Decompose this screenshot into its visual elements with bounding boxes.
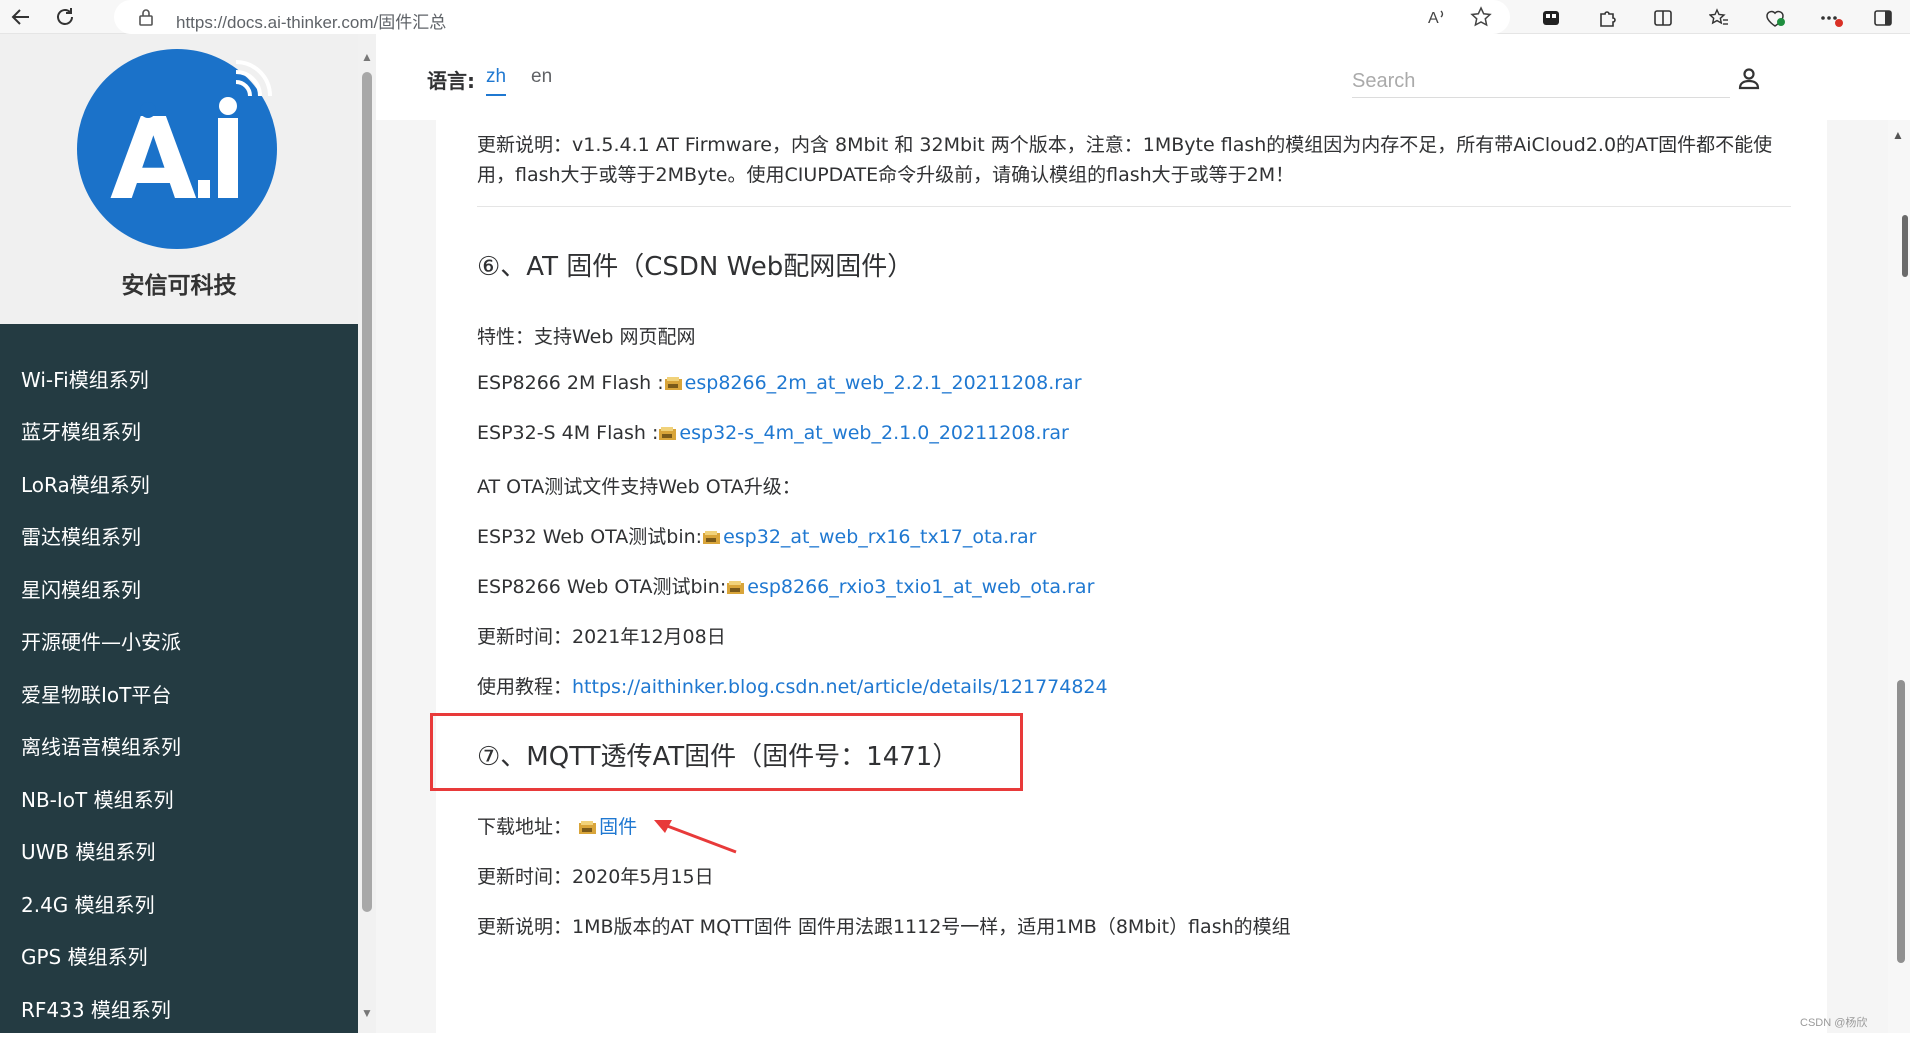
section7-update-note: 更新说明：1MB版本的AT MQTT固件 固件用法跟1112号一样，适用1MB（… [477,916,1291,938]
section6-feature: 特性：支持Web 网页配网 [477,326,696,348]
sidebar-toggle-icon[interactable] [1870,5,1896,31]
section6-title: ⑥、AT 固件（CSDN Web配网固件） [477,252,914,282]
split-screen-icon[interactable] [1650,5,1676,31]
esp32s-download-link[interactable]: esp32-s_4m_at_web_2.1.0_20211208.rar [679,422,1068,444]
section7-update-time: 更新时间：2020年5月15日 [477,866,714,888]
esp8266-label: ESP8266 2M Flash : [477,372,664,394]
page-scroll-indicator[interactable] [1902,215,1908,277]
tutorial-link[interactable]: https://aithinker.blog.csdn.net/article/… [572,676,1108,698]
lang-option-zh[interactable]: zh [486,66,507,96]
sidebar-menu: Wi-Fi模组系列 蓝牙模组系列 LoRa模组系列 雷达模组系列 星闪模组系列 … [0,352,358,1035]
download-label: 下载地址： [477,816,573,838]
scroll-up-arrow-icon[interactable]: ▲ [361,50,373,64]
back-arrow-icon[interactable] [8,4,34,30]
language-label: 语言: [427,69,475,93]
esp8266-ota-row: ESP8266 Web OTA测试bin: esp8266_rxio3_txio1… [477,572,1094,599]
esp32-ota-link[interactable]: esp32_at_web_rx16_tx17_ota.rar [723,526,1036,548]
url-text[interactable]: https://docs.ai-thinker.com/固件汇总 [176,8,446,33]
section-divider [477,206,1791,207]
tutorial-label: 使用教程： [477,676,573,698]
esp32s-row: ESP32-S 4M Flash : esp32-s_4m_at_web_2.1.… [477,422,1069,444]
brand-name: 安信可科技 [121,273,237,299]
esp8266-ota-label: ESP8266 Web OTA测试bin: [477,576,727,598]
search-input[interactable] [1352,66,1730,98]
favorite-star-icon[interactable] [1470,6,1492,33]
sidebar-item-starflash[interactable]: 星闪模组系列 [0,562,358,615]
prev-update-note-line2: 用，flash大于或等于2MByte。使用CIUPDATE命令升级前，请确认模组… [477,164,1295,186]
download-row: 下载地址： 固件 [477,812,637,839]
esp32-ota-row: ESP32 Web OTA测试bin: esp32_at_web_rx16_tx1… [477,522,1036,549]
lock-icon[interactable] [138,8,154,31]
main-scrollbar-thumb[interactable] [1897,680,1905,963]
esp8266-row: ESP8266 2M Flash : esp8266_2m_at_web_2.2.… [477,372,1082,394]
refresh-icon[interactable] [52,4,78,30]
sidebar-item-radar[interactable]: 雷达模组系列 [0,510,358,563]
esp8266-ota-link[interactable]: esp8266_rxio3_txio1_at_web_ota.rar [747,576,1094,598]
browser-toolbar: https://docs.ai-thinker.com/固件汇总 A [0,0,1910,34]
sidebar-item-nbiot[interactable]: NB-IoT 模组系列 [0,772,358,825]
zip-file-icon [578,818,597,834]
svg-text:A: A [1428,10,1439,27]
extension-icon[interactable] [1538,5,1564,31]
sidebar-scrollbar-thumb[interactable] [362,72,372,912]
logo[interactable]: A [76,48,278,250]
prev-update-note-line1: 更新说明：v1.5.4.1 AT Firmware，内含 8Mbit 和 32M… [477,134,1773,156]
read-aloud-icon[interactable]: A [1426,6,1448,33]
sidebar-item-uwb[interactable]: UWB 模组系列 [0,825,358,878]
sidebar-item-lora[interactable]: LoRa模组系列 [0,457,358,510]
sidebar-item-iot-platform[interactable]: 爱星物联IoT平台 [0,667,358,720]
sidebar-item-2-4g[interactable]: 2.4G 模组系列 [0,877,358,930]
sidebar-item-rf433[interactable]: RF433 模组系列 [0,982,358,1035]
ota-note: AT OTA测试文件支持Web OTA升级： [477,476,801,498]
brand-header: A 安信可科技 [0,34,358,324]
watermark: CSDN @杨欣 [1800,1017,1868,1029]
sidebar-item-gps[interactable]: GPS 模组系列 [0,930,358,983]
scroll-down-arrow-icon[interactable]: ▼ [361,1006,373,1020]
red-arrow-icon [654,820,737,854]
more-menu-icon[interactable] [1818,5,1844,31]
favorites-icon[interactable] [1706,5,1732,31]
section6-update-time: 更新时间：2021年12月08日 [477,626,726,648]
esp8266-download-link[interactable]: esp8266_2m_at_web_2.2.1_20211208.rar [685,372,1082,394]
esp32-ota-label: ESP32 Web OTA测试bin: [477,526,703,548]
main-scroll-up-icon[interactable]: ▲ [1892,128,1904,142]
sidebar-item-open-hardware[interactable]: 开源硬件—小安派 [0,615,358,668]
address-bar[interactable]: https://docs.ai-thinker.com/固件汇总 A [114,0,1510,34]
browser-essentials-icon[interactable] [1762,5,1788,31]
archive-icon [702,528,721,544]
archive-icon [664,374,683,390]
tutorial-row: 使用教程：https://aithinker.blog.csdn.net/art… [477,672,1108,699]
sidebar: A 安信可科技 Wi-Fi模组系列 蓝牙模组系列 LoRa模组系列 雷达模组系列… [0,34,358,1033]
archive-icon [726,578,745,594]
puzzle-icon[interactable] [1594,5,1620,31]
archive-icon [658,424,677,440]
firmware-download-link[interactable]: 固件 [599,816,637,838]
esp32s-label: ESP32-S 4M Flash : [477,422,659,444]
user-icon[interactable] [1737,66,1761,95]
sidebar-item-bluetooth[interactable]: 蓝牙模组系列 [0,405,358,458]
section7-title: ⑦、MQTT透传AT固件（固件号：1471） [477,742,959,772]
lang-option-en[interactable]: en [531,66,552,88]
sidebar-item-voice[interactable]: 离线语音模组系列 [0,720,358,773]
sidebar-item-wifi[interactable]: Wi-Fi模组系列 [0,352,358,405]
